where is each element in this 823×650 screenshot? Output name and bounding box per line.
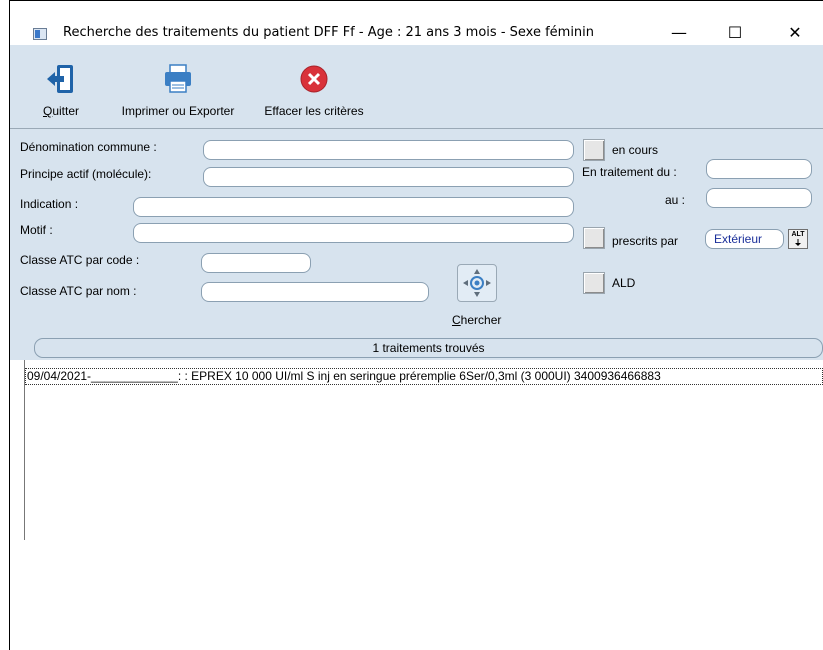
minimize-button[interactable]: — xyxy=(657,21,701,45)
indication-input[interactable] xyxy=(133,197,574,217)
en-cours-checkbox[interactable] xyxy=(583,139,605,161)
quit-button[interactable]: Quitter xyxy=(30,62,92,118)
printer-icon xyxy=(161,62,195,96)
prescriber-select[interactable]: Extérieur xyxy=(705,229,784,249)
search-label: Chercher xyxy=(452,313,502,327)
app-icon xyxy=(33,28,47,40)
exit-icon xyxy=(44,62,78,96)
date-to-input[interactable] xyxy=(706,188,812,208)
atc-name-input[interactable] xyxy=(201,282,429,302)
print-export-label: Imprimer ou Exporter xyxy=(121,104,235,118)
results-list[interactable]: 09/04/2021-_____________: : EPREX 10 000… xyxy=(24,360,823,540)
results-count-bar: 1 traitements trouvés xyxy=(34,338,823,358)
atc-name-label: Classe ATC par nom : xyxy=(20,284,137,298)
print-export-button[interactable]: Imprimer ou Exporter xyxy=(120,62,236,118)
indication-label: Indication : xyxy=(20,197,79,211)
window-title: Recherche des traitements du patient DFF… xyxy=(63,25,595,40)
close-button[interactable]: ✕ xyxy=(773,21,817,45)
atc-code-input[interactable] xyxy=(201,253,311,273)
denomination-input[interactable] xyxy=(203,140,574,160)
navigator-icon xyxy=(463,269,491,297)
en-cours-label: en cours xyxy=(612,143,659,157)
motif-label: Motif : xyxy=(20,223,53,237)
en-traitement-label: En traitement du : xyxy=(582,165,677,179)
prescrits-par-label: prescrits par xyxy=(612,234,679,248)
denomination-label: Dénomination commune : xyxy=(20,140,157,154)
quit-label: Quitter xyxy=(42,104,80,118)
alt-toggle-button[interactable]: ALT xyxy=(788,229,808,249)
arrow-down-icon xyxy=(795,239,801,246)
search-button[interactable] xyxy=(457,264,497,302)
au-label: au : xyxy=(665,193,686,207)
prescrits-par-checkbox[interactable] xyxy=(583,227,605,249)
title-bar[interactable]: Recherche des traitements du patient DFF… xyxy=(10,1,823,45)
atc-code-label: Classe ATC par code : xyxy=(20,253,140,267)
ald-checkbox[interactable] xyxy=(583,272,605,294)
clear-icon xyxy=(297,62,331,96)
date-from-input[interactable] xyxy=(706,159,812,179)
list-item[interactable]: 09/04/2021-_____________: : EPREX 10 000… xyxy=(25,368,823,385)
toolbar-divider xyxy=(10,128,823,129)
motif-input[interactable] xyxy=(133,223,574,243)
clear-criteria-button[interactable]: Effacer les critères xyxy=(256,62,372,118)
alt-label: ALT xyxy=(791,231,805,238)
principe-actif-label: Principe actif (molécule): xyxy=(20,167,152,181)
principe-actif-input[interactable] xyxy=(203,167,574,187)
ald-label: ALD xyxy=(612,276,636,290)
clear-criteria-label: Effacer les critères xyxy=(264,104,364,118)
maximize-button[interactable]: ☐ xyxy=(713,21,757,45)
